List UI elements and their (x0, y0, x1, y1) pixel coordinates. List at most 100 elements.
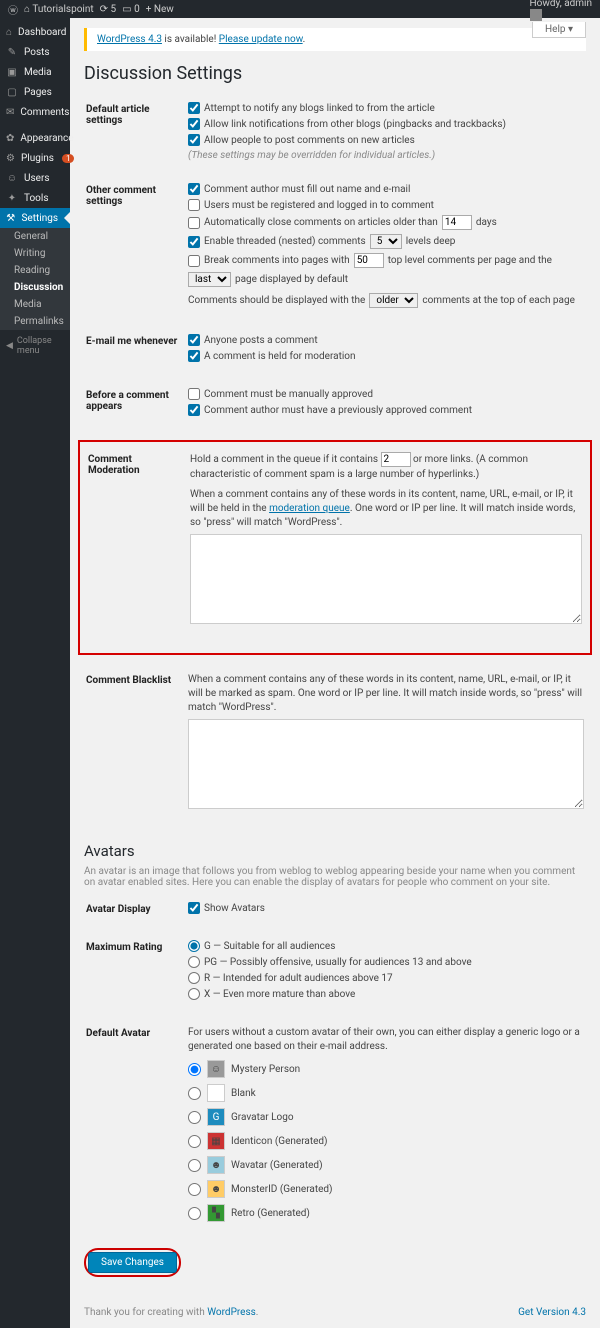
avatar-blank-radio[interactable] (188, 1087, 201, 1100)
plus-icon: + (146, 4, 152, 15)
sidebar-sub-general[interactable]: General (0, 228, 70, 245)
save-highlight: Save Changes (84, 1248, 181, 1277)
sidebar-item-tools[interactable]: ✦Tools (0, 188, 70, 208)
sidebar-sub-writing[interactable]: Writing (0, 245, 70, 262)
admin-sidebar: ⌂Dashboard✎Posts▣Media▢Pages✉Comments✿Ap… (0, 18, 70, 1328)
updates-link[interactable]: ⟳ 5 (100, 4, 117, 15)
auto-close-checkbox[interactable] (188, 217, 200, 229)
email-anyone-checkbox[interactable] (188, 334, 200, 346)
avatars-heading: Avatars (84, 842, 586, 860)
get-version-link[interactable]: Get Version 4.3 (518, 1307, 586, 1318)
allow-comments-checkbox[interactable] (188, 134, 200, 146)
email-moderation-checkbox[interactable] (188, 350, 200, 362)
notify-blogs-checkbox[interactable] (188, 102, 200, 114)
main-content: Help ▾ WordPress 4.3 is available! Pleas… (70, 18, 600, 1328)
other-comment-label: Other comment settings (86, 181, 186, 330)
sidebar-sub-reading[interactable]: Reading (0, 262, 70, 279)
posts-icon: ✎ (6, 46, 18, 58)
dashboard-icon: ⌂ (6, 26, 12, 38)
wp-version-link[interactable]: WordPress 4.3 (97, 34, 162, 45)
avatar-monsterid-radio[interactable] (188, 1183, 201, 1196)
prev-approved-checkbox[interactable] (188, 404, 200, 416)
moderation-queue-link[interactable]: moderation queue (269, 503, 350, 514)
wavatar-icon: ☻ (207, 1156, 225, 1174)
sidebar-sub-discussion[interactable]: Discussion (0, 279, 70, 296)
mystery-person-icon: ☺ (207, 1060, 225, 1078)
comment-moderation-highlight: Comment Moderation Hold a comment in the… (78, 440, 592, 655)
rating-g-radio[interactable] (188, 940, 200, 952)
identicon-icon: ▦ (207, 1132, 225, 1150)
home-icon: ⌂ (24, 4, 30, 15)
new-link[interactable]: + New (146, 4, 174, 15)
avatar-retro-radio[interactable] (188, 1207, 201, 1220)
pagination-checkbox[interactable] (188, 255, 200, 267)
blacklist-desc: When a comment contains any of these wor… (188, 673, 584, 715)
sidebar-item-users[interactable]: ☺Users (0, 168, 70, 188)
save-changes-button[interactable]: Save Changes (88, 1252, 177, 1273)
sidebar-item-posts[interactable]: ✎Posts (0, 42, 70, 62)
plugins-icon: ⚙ (6, 152, 15, 164)
tools-icon: ✦ (6, 192, 18, 204)
blank-avatar-icon (207, 1084, 225, 1102)
author-name-email-checkbox[interactable] (188, 183, 200, 195)
sidebar-item-plugins[interactable]: ⚙Plugins1 (0, 148, 70, 168)
sidebar-item-settings[interactable]: ⚒Settings (0, 208, 70, 228)
registered-comment-checkbox[interactable] (188, 199, 200, 211)
sidebar-item-pages[interactable]: ▢Pages (0, 82, 70, 102)
article-note: (These settings may be overridden for in… (188, 150, 584, 161)
site-name-link[interactable]: ⌂ Tutorialspoint (24, 4, 94, 15)
avatar-mystery-radio[interactable] (188, 1063, 201, 1076)
allow-pingbacks-checkbox[interactable] (188, 118, 200, 130)
comments-link[interactable]: ▭ 0 (122, 4, 140, 15)
rating-pg-radio[interactable] (188, 956, 200, 968)
avatar-wavatar-radio[interactable] (188, 1159, 201, 1172)
monsterid-icon: ☻ (207, 1180, 225, 1198)
admin-toolbar: ⓦ ⌂ Tutorialspoint ⟳ 5 ▭ 0 + New Howdy, … (0, 0, 600, 18)
before-appears-label: Before a comment appears (86, 386, 186, 438)
avatar-identicon-radio[interactable] (188, 1135, 201, 1148)
sidebar-item-dashboard[interactable]: ⌂Dashboard (0, 22, 70, 42)
wordpress-link[interactable]: WordPress (207, 1307, 256, 1318)
rating-x-radio[interactable] (188, 988, 200, 1000)
threaded-checkbox[interactable] (188, 236, 200, 248)
rating-r-radio[interactable] (188, 972, 200, 984)
email-me-label: E-mail me whenever (86, 332, 186, 384)
avatars-desc: An avatar is an image that follows you f… (84, 866, 586, 888)
page-title: Discussion Settings (84, 63, 586, 84)
default-article-label: Default article settings (86, 100, 186, 179)
retro-icon: ▚ (207, 1204, 225, 1222)
max-rating-label: Maximum Rating (86, 938, 186, 1022)
settings-icon: ⚒ (6, 212, 15, 224)
sidebar-item-appearance[interactable]: ✿Appearance (0, 128, 70, 148)
thread-levels-select[interactable]: 5 (370, 234, 402, 249)
update-now-link[interactable]: Please update now (219, 34, 303, 45)
comments-icon: ✉ (6, 106, 14, 118)
avatar-gravatar-radio[interactable] (188, 1111, 201, 1124)
comment-blacklist-label: Comment Blacklist (86, 671, 186, 830)
footer: Thank you for creating with WordPress. G… (84, 1307, 586, 1318)
avatar-display-label: Avatar Display (86, 900, 186, 936)
collapse-menu[interactable]: ◀Collapse menu (0, 330, 70, 362)
close-days-input[interactable] (442, 215, 472, 230)
help-tab[interactable]: Help ▾ (532, 22, 586, 38)
sidebar-sub-permalinks[interactable]: Permalinks (0, 313, 70, 330)
comment-moderation-label: Comment Moderation (88, 450, 188, 645)
sidebar-item-media[interactable]: ▣Media (0, 62, 70, 82)
wordpress-logo-icon[interactable]: ⓦ (8, 2, 18, 17)
update-nag: WordPress 4.3 is available! Please updat… (84, 28, 586, 51)
show-avatars-checkbox[interactable] (188, 902, 200, 914)
gravatar-logo-icon: G (207, 1108, 225, 1126)
media-icon: ▣ (6, 66, 18, 78)
manual-approve-checkbox[interactable] (188, 388, 200, 400)
default-avatar-label: Default Avatar (86, 1024, 186, 1246)
per-page-input[interactable] (354, 253, 384, 268)
sidebar-sub-media[interactable]: Media (0, 296, 70, 313)
sidebar-item-comments[interactable]: ✉Comments (0, 102, 70, 122)
appearance-icon: ✿ (6, 132, 14, 144)
blacklist-keys-textarea[interactable] (188, 719, 584, 809)
max-links-input[interactable] (381, 452, 411, 467)
default-page-select[interactable]: last (188, 272, 231, 287)
comment-order-select[interactable]: older (369, 293, 418, 308)
moderation-keys-textarea[interactable] (190, 534, 582, 624)
chevron-left-icon: ◀ (6, 341, 13, 351)
